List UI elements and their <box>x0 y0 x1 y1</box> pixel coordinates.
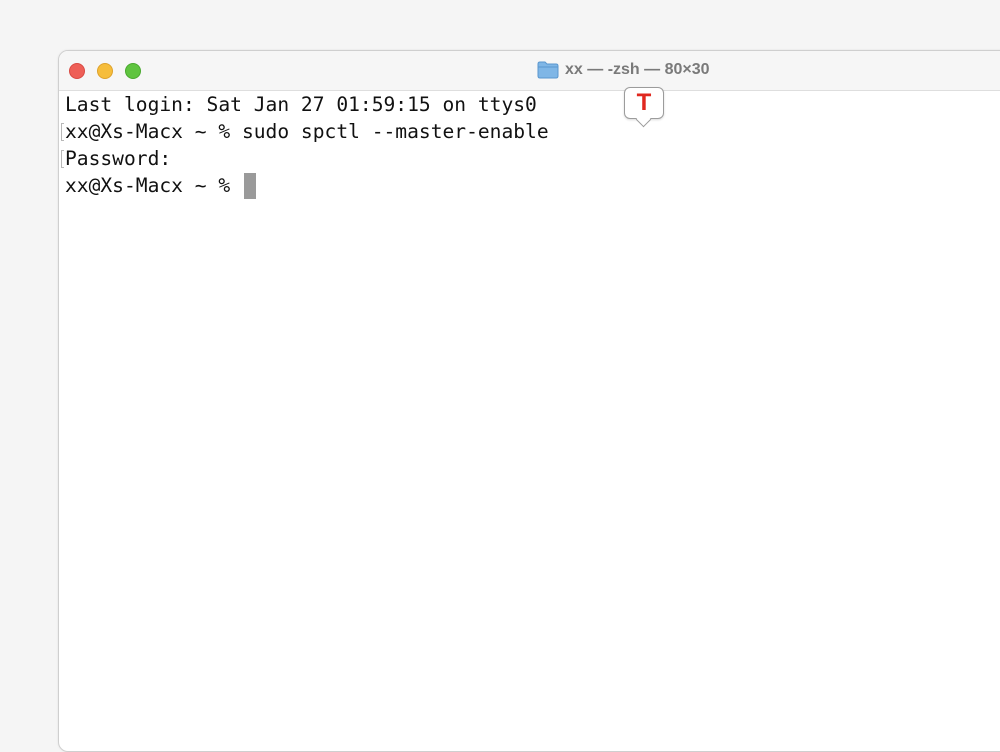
command-mark <box>61 149 64 168</box>
title-bar[interactable]: xx — -zsh — 80×30 <box>59 51 1000 91</box>
terminal-line: Password: <box>61 145 1000 172</box>
folder-icon <box>537 61 559 79</box>
text-cursor <box>243 172 256 199</box>
t-badge-icon[interactable]: T <box>624 87 664 128</box>
zoom-button[interactable] <box>125 63 141 79</box>
line-text: Password: <box>65 147 172 170</box>
line-text: xx@Xs-Macx ~ % sudo spctl --master-enabl… <box>65 120 549 143</box>
prompt-text: xx@Xs-Macx ~ % <box>65 174 242 197</box>
close-button[interactable] <box>69 63 85 79</box>
terminal-line: xx@Xs-Macx ~ % sudo spctl --master-enabl… <box>61 118 1000 145</box>
terminal-window: xx — -zsh — 80×30 Last login: Sat Jan 27… <box>58 50 1000 752</box>
terminal-line: Last login: Sat Jan 27 01:59:15 on ttys0 <box>65 91 1000 118</box>
minimize-button[interactable] <box>97 63 113 79</box>
terminal-line: xx@Xs-Macx ~ % <box>65 172 1000 199</box>
line-text: Last login: Sat Jan 27 01:59:15 on ttys0 <box>65 93 537 116</box>
terminal-output[interactable]: Last login: Sat Jan 27 01:59:15 on ttys0… <box>61 91 1000 751</box>
window-title: xx — -zsh — 80×30 <box>565 61 710 78</box>
window-title-group: xx — -zsh — 80×30 <box>537 60 710 80</box>
command-mark <box>61 122 64 141</box>
